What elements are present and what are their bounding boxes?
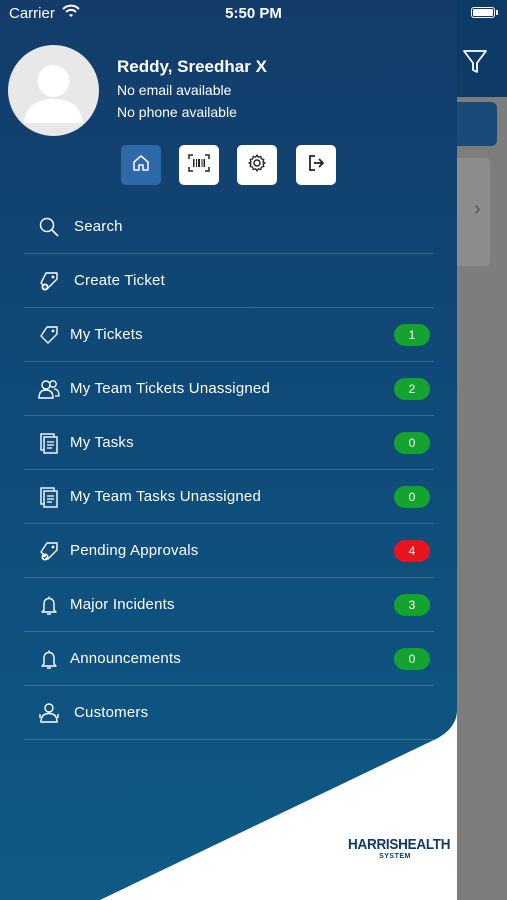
battery-icon bbox=[471, 7, 498, 18]
menu-item-search[interactable]: Search bbox=[24, 200, 434, 254]
menu-item-label: My Tasks bbox=[70, 434, 134, 451]
logout-icon bbox=[306, 153, 326, 178]
menu-item-label: Pending Approvals bbox=[70, 542, 199, 559]
user-name: Reddy, Sreedhar X bbox=[117, 57, 267, 76]
menu-item-announcements[interactable]: Announcements 0 bbox=[24, 632, 434, 686]
ticket-add-icon bbox=[36, 268, 62, 294]
gear-icon bbox=[247, 153, 267, 178]
menu-item-label: Announcements bbox=[70, 650, 182, 667]
home-button[interactable] bbox=[121, 145, 161, 185]
navigation-drawer: Reddy, Sreedhar X No email available No … bbox=[0, 0, 457, 900]
drawer-menu: Search Create Ticket My Tickets 1 My Tea… bbox=[24, 200, 434, 740]
menu-item-my-team-tasks-unassigned[interactable]: My Team Tasks Unassigned 0 bbox=[24, 470, 434, 524]
menu-item-label: My Team Tasks Unassigned bbox=[70, 488, 261, 505]
count-badge: 1 bbox=[394, 324, 430, 346]
menu-item-label: Search bbox=[74, 218, 123, 235]
chevron-right-icon: › bbox=[474, 198, 481, 220]
menu-item-label: Customers bbox=[74, 704, 149, 721]
status-time: 5:50 PM bbox=[225, 5, 282, 22]
home-icon bbox=[131, 153, 151, 178]
ticket-icon bbox=[36, 322, 62, 348]
count-badge: 0 bbox=[394, 648, 430, 670]
menu-item-label: My Tickets bbox=[70, 326, 143, 343]
user-email: No email available bbox=[117, 82, 232, 98]
customers-icon bbox=[36, 700, 62, 726]
menu-item-create-ticket[interactable]: Create Ticket bbox=[24, 254, 434, 308]
bell-icon bbox=[36, 646, 62, 672]
menu-item-label: Create Ticket bbox=[74, 272, 165, 289]
logout-button[interactable] bbox=[296, 145, 336, 185]
logo-text: HARRISHEALTH bbox=[348, 836, 451, 853]
count-badge: 0 bbox=[394, 432, 430, 454]
team-icon bbox=[36, 376, 62, 402]
count-badge: 4 bbox=[394, 540, 430, 562]
bell-icon bbox=[36, 592, 62, 618]
menu-item-customers[interactable]: Customers bbox=[24, 686, 434, 740]
harris-health-logo: HARRISHEALTH SYSTEM bbox=[348, 836, 451, 861]
menu-item-my-tickets[interactable]: My Tickets 1 bbox=[24, 308, 434, 362]
menu-item-my-tasks[interactable]: My Tasks 0 bbox=[24, 416, 434, 470]
search-icon bbox=[36, 214, 62, 240]
count-badge: 2 bbox=[394, 378, 430, 400]
avatar[interactable] bbox=[8, 45, 99, 136]
menu-item-pending-approvals[interactable]: Pending Approvals 4 bbox=[24, 524, 434, 578]
logo-subtext: SYSTEM bbox=[379, 853, 411, 860]
filter-icon[interactable] bbox=[458, 44, 492, 78]
team-tasks-icon bbox=[36, 484, 62, 510]
tasks-icon bbox=[36, 430, 62, 456]
status-bar: Carrier 5:50 PM bbox=[0, 0, 507, 28]
menu-item-label: My Team Tickets Unassigned bbox=[70, 380, 271, 397]
barcode-scan-button[interactable] bbox=[179, 145, 219, 185]
approval-icon bbox=[36, 538, 62, 564]
menu-item-label: Major Incidents bbox=[70, 596, 175, 613]
menu-item-my-team-tickets-unassigned[interactable]: My Team Tickets Unassigned 2 bbox=[24, 362, 434, 416]
user-phone: No phone available bbox=[117, 104, 237, 120]
count-badge: 3 bbox=[394, 594, 430, 616]
count-badge: 0 bbox=[394, 486, 430, 508]
settings-button[interactable] bbox=[237, 145, 277, 185]
barcode-icon bbox=[188, 153, 210, 177]
menu-item-major-incidents[interactable]: Major Incidents 3 bbox=[24, 578, 434, 632]
